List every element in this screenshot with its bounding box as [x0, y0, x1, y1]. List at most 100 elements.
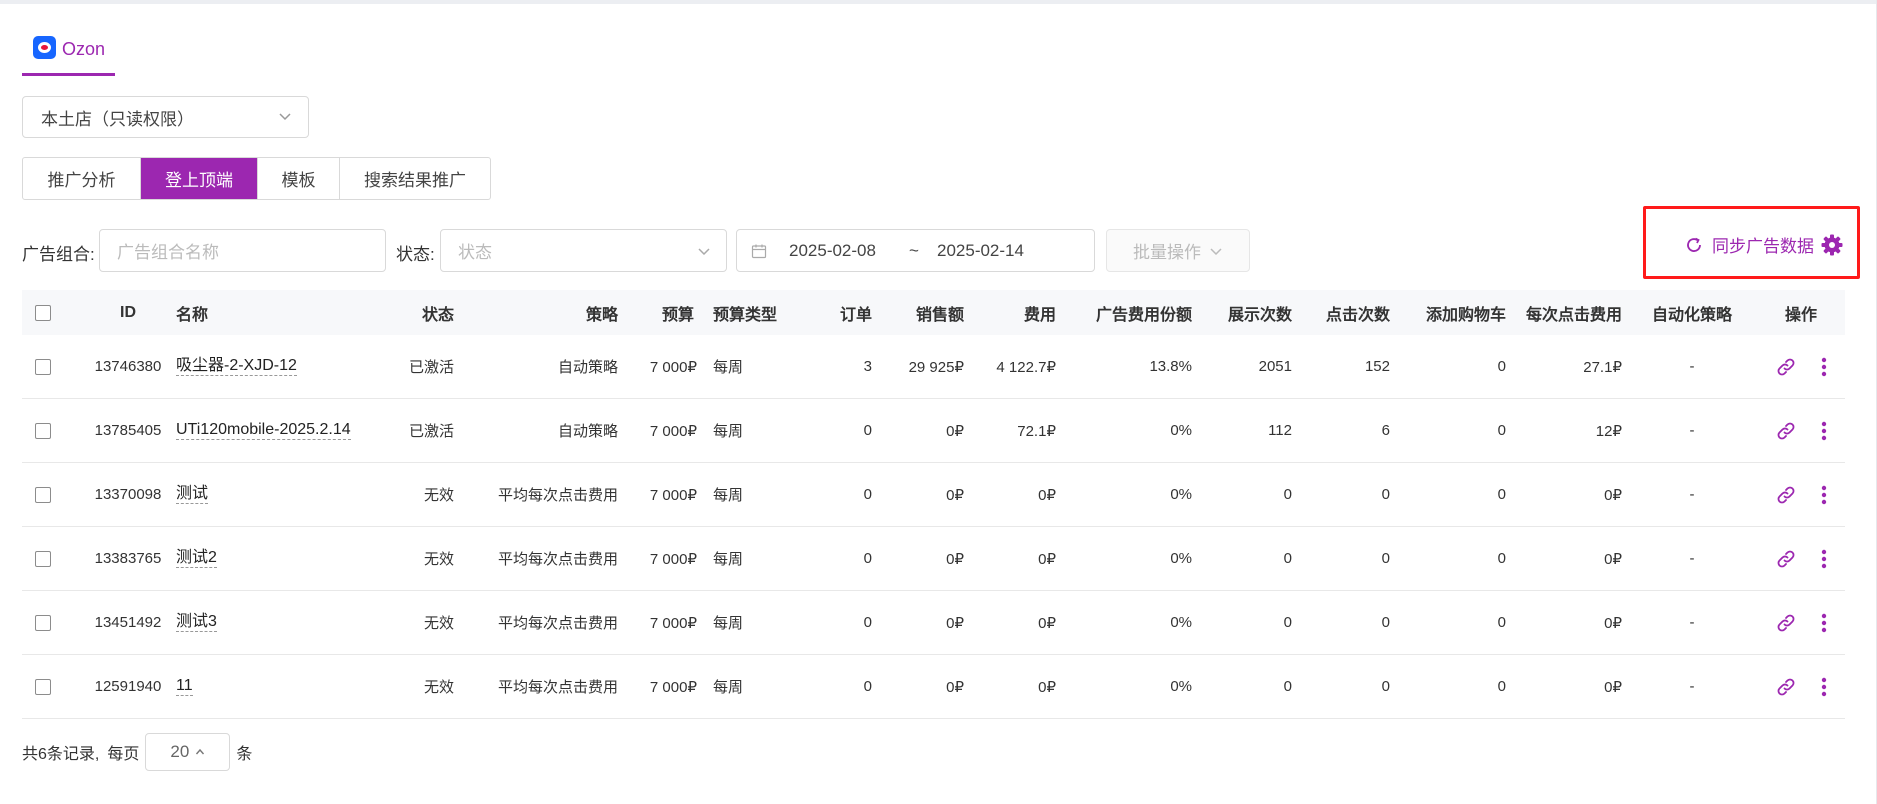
date-start[interactable]: 2025-02-08 [789, 241, 876, 261]
link-icon[interactable] [1775, 548, 1797, 570]
link-icon[interactable] [1775, 420, 1797, 442]
cell-budget-type: 每周 [713, 463, 793, 526]
table-body: 13746380 吸尘器-2-XJD-12 已激活 自动策略 7 000₽ 每周 3 29 9… [22, 335, 1845, 719]
platform-label: Ozon [62, 39, 106, 59]
cell-cost-value: 0₽ [1038, 678, 1056, 696]
cell-cost: 0₽ [964, 463, 1056, 526]
cell-clicks-value: 6 [1381, 422, 1390, 439]
cell-strategy: 平均每次点击费用 [462, 655, 618, 718]
cell-impressions: 0 [1192, 463, 1292, 526]
header-impressions[interactable]: 展示次数 [1192, 290, 1292, 335]
cell-strategy-value: 平均每次点击费用 [497, 615, 618, 632]
select-all-checkbox[interactable] [35, 304, 51, 321]
link-icon[interactable] [1775, 484, 1797, 506]
cell-id: 13370098 [74, 463, 182, 526]
header-orders[interactable]: 订单 [792, 290, 872, 335]
row-checkbox[interactable] [35, 550, 51, 567]
more-vertical-icon[interactable] [1821, 613, 1827, 633]
header-cost-share[interactable]: 广告费用份额 [1056, 290, 1192, 335]
page-size-select[interactable]: 20 [145, 733, 231, 771]
tab-promotion-analysis[interactable]: 推广分析 [23, 158, 141, 199]
cell-id-value: 13746380 [94, 358, 162, 375]
header-cost[interactable]: 费用 [964, 290, 1056, 335]
gear-icon[interactable] [1820, 233, 1844, 257]
row-select-cell [22, 591, 64, 654]
table-row: 13451492 测试3 无效 平均每次点击费用 7 000₽ 每周 0 0₽ 0₽ 0% 0 0 0 0… [22, 591, 1845, 655]
row-checkbox[interactable] [35, 614, 51, 631]
more-vertical-icon[interactable] [1821, 357, 1827, 377]
cell-impressions-value: 0 [1283, 678, 1292, 695]
link-icon[interactable] [1775, 356, 1797, 378]
header-auto-strategy[interactable]: 自动化策略 [1622, 290, 1762, 335]
campaign-name-link[interactable]: 测试3 [176, 613, 217, 632]
row-select-cell [22, 527, 64, 590]
platform-tab-ozon[interactable]: Ozon [22, 30, 115, 76]
sync-ad-data-button[interactable]: 同步广告数据 [1684, 232, 1814, 257]
tab-label: 推广分析 [47, 171, 116, 190]
cell-auto-strategy: - [1622, 335, 1762, 398]
cell-cpc: 0₽ [1506, 591, 1622, 654]
header-id[interactable]: ID [74, 290, 182, 335]
link-icon[interactable] [1775, 612, 1797, 634]
table-row: 13785405 UTi120mobile-2025.2.14 已激活 自动策略 7 0… [22, 399, 1845, 463]
cell-cost-share: 0% [1056, 399, 1192, 462]
cell-cpc-value: 27.1₽ [1583, 358, 1622, 376]
table-row: 12591940 11 无效 平均每次点击费用 7 000₽ 每周 0 0₽ 0₽ 0% 0 0 0 0₽… [22, 655, 1845, 719]
cell-status: 无效 [342, 591, 454, 654]
campaign-name-link[interactable]: UTi120mobile-2025.2.14 [176, 421, 351, 440]
cell-status-value: 已激活 [408, 423, 454, 440]
row-checkbox[interactable] [35, 358, 51, 375]
header-sales[interactable]: 销售额 [872, 290, 964, 335]
header-add-to-cart[interactable]: 添加购物车 [1390, 290, 1506, 335]
link-icon[interactable] [1775, 676, 1797, 698]
date-range-picker[interactable]: 2025-02-08 ~ 2025-02-14 [736, 229, 1095, 272]
cell-cost: 0₽ [964, 527, 1056, 590]
cell-add-to-cart: 0 [1390, 399, 1506, 462]
cell-budget-type-value: 每周 [713, 679, 744, 696]
cell-cpc: 0₽ [1506, 655, 1622, 718]
campaign-name-link[interactable]: 吸尘器-2-XJD-12 [176, 357, 297, 376]
cell-clicks-value: 0 [1381, 614, 1390, 631]
more-vertical-icon[interactable] [1821, 549, 1827, 569]
tab-label: 模板 [281, 171, 316, 190]
batch-actions-button[interactable]: 批量操作 [1106, 229, 1250, 272]
tab-search-promotion[interactable]: 搜索结果推广 [340, 158, 490, 199]
tab-top-placement[interactable]: 登上顶端 [141, 158, 258, 199]
cell-impressions: 0 [1192, 527, 1292, 590]
header-clicks[interactable]: 点击次数 [1292, 290, 1390, 335]
cell-actions [1757, 655, 1845, 718]
more-vertical-icon[interactable] [1821, 421, 1827, 441]
cell-budget: 7 000₽ [622, 655, 697, 718]
row-checkbox[interactable] [35, 486, 51, 503]
header-status[interactable]: 状态 [342, 290, 454, 335]
tab-template[interactable]: 模板 [258, 158, 340, 199]
more-vertical-icon[interactable] [1821, 485, 1827, 505]
cell-cost: 0₽ [964, 591, 1056, 654]
cell-id-value: 13451492 [94, 614, 162, 631]
cell-impressions-value: 112 [1268, 422, 1292, 439]
cell-cost-value: 0₽ [1038, 614, 1056, 632]
header-budget[interactable]: 预算 [622, 290, 694, 335]
cell-id: 13451492 [74, 591, 182, 654]
cell-cost-share-value: 0% [1170, 422, 1192, 439]
campaign-name-link[interactable]: 测试 [176, 485, 209, 504]
cell-sales-value: 0₽ [946, 550, 964, 568]
row-checkbox[interactable] [35, 422, 51, 439]
cell-budget-type-value: 每周 [713, 423, 744, 440]
header-name[interactable]: 名称 [176, 290, 326, 335]
header-cpc[interactable]: 每次点击费用 [1506, 290, 1622, 335]
status-select[interactable]: 状态 [440, 229, 727, 272]
cell-strategy-value: 平均每次点击费用 [497, 551, 618, 568]
date-end[interactable]: 2025-02-14 [937, 241, 1024, 261]
more-vertical-icon[interactable] [1821, 677, 1827, 697]
header-budget-type[interactable]: 预算类型 [713, 290, 803, 335]
chevron-down-icon [698, 248, 710, 256]
store-select[interactable]: 本土店（只读权限） [22, 96, 309, 138]
ad-group-input[interactable]: 广告组合名称 [99, 229, 386, 272]
header-strategy[interactable]: 策略 [462, 290, 618, 335]
campaign-name-link[interactable]: 测试2 [176, 549, 217, 568]
campaign-name-link[interactable]: 11 [176, 677, 193, 696]
cell-cpc-value: 0₽ [1604, 486, 1622, 504]
row-checkbox[interactable] [35, 678, 51, 695]
row-select-cell [22, 655, 64, 718]
